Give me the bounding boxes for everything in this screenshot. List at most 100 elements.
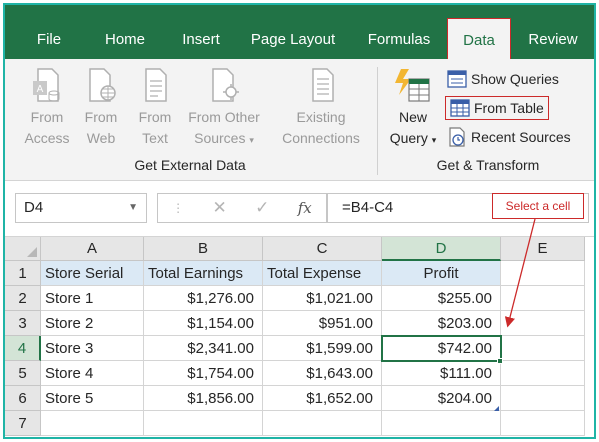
row-header-5[interactable]: 5 [5,361,41,386]
svg-text:A: A [37,84,44,95]
existing-connections-label-1: Existing [296,109,346,125]
from-table-button[interactable]: From Table [445,96,549,120]
row-header-7[interactable]: 7 [5,411,41,436]
table-cell[interactable]: $1,154.00 [144,311,263,336]
table-header-cell[interactable]: Store Serial [41,261,144,286]
empty-cell[interactable] [501,411,585,436]
from-access-label-2: Access [24,130,70,146]
table-header-cell[interactable]: Total Earnings [144,261,263,286]
from-access-button[interactable]: A From Access [21,65,73,149]
tab-file[interactable]: File [29,5,69,59]
from-text-label-1: From [138,109,172,125]
get-transform-group-label: Get & Transform [436,157,540,173]
from-other-sources-button[interactable]: From Other Sources ▾ [183,65,265,151]
empty-cell[interactable] [382,411,501,436]
chevron-down-icon[interactable]: ▼ [128,194,138,222]
table-resize-handle[interactable] [494,406,499,411]
ribbon-data: A From Access From Web From Text From Ot… [5,59,594,181]
name-box[interactable]: D4 ▼ [15,193,147,223]
name-box-value: D4 [24,199,44,216]
tab-review[interactable]: Review [523,5,583,59]
column-header-b[interactable]: B [144,237,263,261]
column-header-e[interactable]: E [501,237,585,261]
insert-function-icon[interactable]: fx [298,199,312,217]
row-header-1[interactable]: 1 [5,261,41,286]
table-cell[interactable]: $1,599.00 [263,336,382,361]
tab-formulas[interactable]: Formulas [359,5,439,59]
other-sources-icon [212,68,239,102]
show-queries-icon [447,70,467,88]
empty-cell[interactable] [263,411,382,436]
empty-cell[interactable] [144,411,263,436]
from-table-label: From Table [474,100,544,116]
table-cell[interactable]: Store 3 [41,336,144,361]
from-web-label-1: From [84,109,118,125]
cancel-icon[interactable]: ✕ [213,198,227,218]
table-cell[interactable]: Store 5 [41,386,144,411]
from-text-button[interactable]: From Text [131,65,179,149]
table-cell[interactable]: $255.00 [382,286,501,311]
recent-sources-icon [449,127,465,147]
table-cell[interactable]: $1,754.00 [144,361,263,386]
row-header-6[interactable]: 6 [5,386,41,411]
text-file-icon [145,68,167,102]
access-db-icon: A [33,68,60,102]
column-header-c[interactable]: C [263,237,382,261]
table-header-cell[interactable]: Profit [382,261,501,286]
tab-home[interactable]: Home [95,5,155,59]
empty-cell[interactable] [501,361,585,386]
table-cell[interactable]: $1,856.00 [144,386,263,411]
recent-sources-button[interactable]: Recent Sources [447,125,571,149]
row-header-4[interactable]: 4 [5,336,41,361]
new-query-label-1: New [398,109,427,125]
formula-controls: ⋮ ✕ ✓ fx [157,193,327,223]
empty-cell[interactable] [501,261,585,286]
enter-icon[interactable]: ✓ [255,198,269,218]
row-header-3[interactable]: 3 [5,311,41,336]
existing-connections-button[interactable]: Existing Connections [275,65,367,149]
empty-cell[interactable] [501,311,585,336]
recent-sources-label: Recent Sources [471,129,571,145]
tab-insert[interactable]: Insert [171,5,231,59]
more-icon: ⋮ [172,201,185,215]
excel-window: File Home Insert Page Layout Formulas Da… [3,3,596,439]
table-cell[interactable]: $1,643.00 [263,361,382,386]
table-cell[interactable]: Store 2 [41,311,144,336]
table-cell[interactable]: $1,276.00 [144,286,263,311]
column-header-a[interactable]: A [41,237,144,261]
existing-connections-label-2: Connections [282,130,360,146]
table-cell[interactable]: $1,652.00 [263,386,382,411]
tab-page-layout[interactable]: Page Layout [245,5,341,59]
web-page-icon [89,68,116,102]
table-cell[interactable]: Store 1 [41,286,144,311]
fill-handle[interactable] [497,358,503,364]
table-header-cell[interactable]: Total Expense [263,261,382,286]
from-text-label-2: Text [142,130,168,146]
table-cell[interactable]: Store 4 [41,361,144,386]
from-other-label-1: From Other [188,109,260,125]
new-query-button[interactable]: New Query ▾ [385,65,441,151]
active-cell-d4[interactable]: $742.00 [382,336,501,361]
get-external-data-group-label: Get External Data [134,157,246,173]
select-all-button[interactable] [5,237,41,261]
table-cell[interactable]: $203.00 [382,311,501,336]
table-cell[interactable]: $204.00 [382,386,501,411]
new-query-label-2: Query ▾ [389,130,437,146]
table-cell[interactable]: $951.00 [263,311,382,336]
empty-cell[interactable] [41,411,144,436]
from-access-label-1: From [30,109,64,125]
empty-cell[interactable] [501,336,585,361]
show-queries-label: Show Queries [471,71,559,87]
table-cell[interactable]: $2,341.00 [144,336,263,361]
empty-cell[interactable] [501,386,585,411]
from-web-label-2: Web [86,130,116,146]
tab-data[interactable]: Data [447,18,511,59]
column-header-d[interactable]: D [382,237,501,261]
from-web-button[interactable]: From Web [77,65,125,149]
table-cell[interactable]: $111.00 [382,361,501,386]
table-cell[interactable]: $1,021.00 [263,286,382,311]
empty-cell[interactable] [501,286,585,311]
show-queries-button[interactable]: Show Queries [447,67,559,91]
ribbon-tab-bar: File Home Insert Page Layout Formulas Da… [5,5,594,59]
row-header-2[interactable]: 2 [5,286,41,311]
